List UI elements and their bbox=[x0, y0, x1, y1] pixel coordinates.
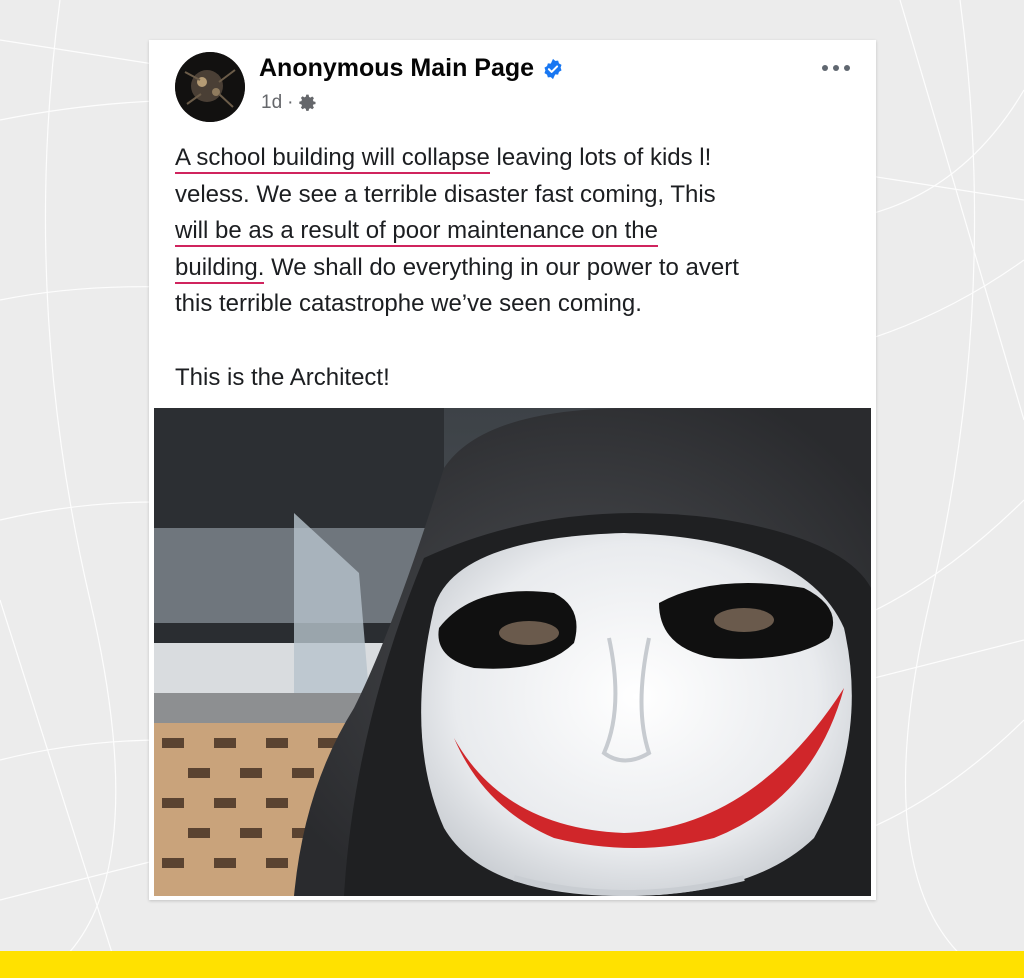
highlighted-phrase: will be as a result of poor maintenance … bbox=[175, 217, 658, 247]
post-line-2: veless. We see a terrible disaster fast … bbox=[175, 180, 716, 208]
post-body: A school building will collapse leaving … bbox=[175, 140, 855, 396]
highlighted-phrase: A school building will collapse bbox=[175, 144, 490, 174]
post-signoff: This is the Architect! bbox=[175, 363, 390, 391]
post-line-5: this terrible catastrophe we’ve seen com… bbox=[175, 290, 642, 317]
post-time[interactable]: 1d bbox=[261, 92, 282, 114]
post-card: Anonymous Main Page 1d · A school buildi… bbox=[149, 40, 876, 900]
verified-badge-icon bbox=[544, 58, 562, 79]
author-name[interactable]: Anonymous Main Page bbox=[259, 54, 534, 83]
more-options-icon[interactable] bbox=[818, 56, 854, 80]
gear-icon bbox=[299, 94, 316, 111]
highlighted-phrase: building. bbox=[175, 253, 265, 284]
post-image[interactable] bbox=[154, 408, 871, 896]
meta-separator: · bbox=[287, 92, 294, 113]
post-line-3: will be as a result of poor maintenance … bbox=[175, 213, 855, 250]
bottom-accent-bar bbox=[0, 951, 1024, 978]
avatar[interactable] bbox=[175, 52, 245, 122]
post-line-4: building. We shall do everything in our … bbox=[175, 250, 855, 287]
post-line-1: A school building will collapse leaving … bbox=[175, 140, 855, 177]
post-paragraph: A school building will collapse leaving … bbox=[175, 140, 855, 323]
